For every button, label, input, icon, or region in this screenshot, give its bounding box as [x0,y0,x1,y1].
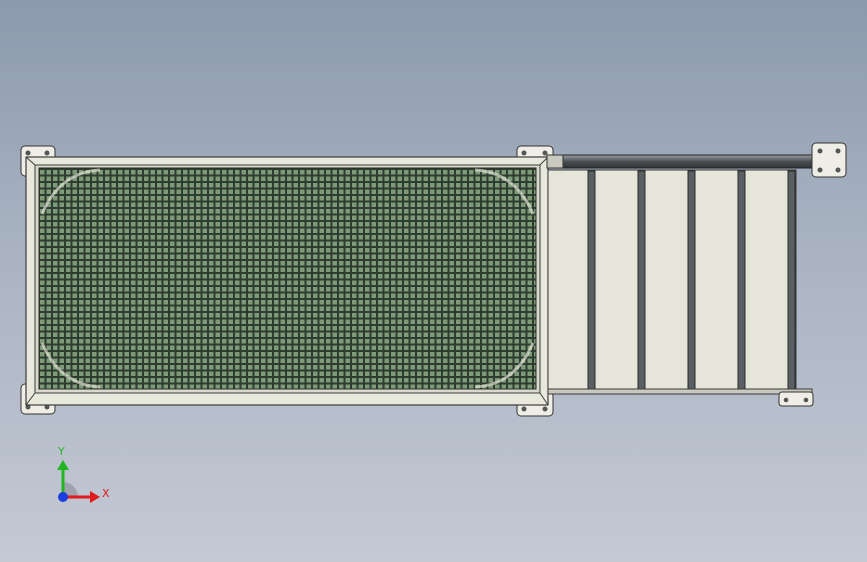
conveyor-panel [547,169,797,392]
y-axis-label: Y [57,445,65,458]
top-roller [546,154,837,169]
wire-mesh-panel [38,167,537,390]
conveyor-slat [787,170,796,392]
conveyor-bottom-rail [547,388,813,395]
z-axis-dot [58,492,68,502]
conveyor-slat [637,170,646,392]
conveyor-slat [587,170,596,392]
mounting-bracket-conveyor-bottom [778,391,814,407]
guard-assembly[interactable] [20,145,554,417]
conveyor-slat [687,170,696,392]
coordinate-triad: Y X [57,445,110,503]
conveyor-slat [737,170,746,392]
conveyor-assembly[interactable] [546,142,847,407]
x-axis-label: X [102,487,110,500]
mounting-bracket-roller-end [811,142,847,178]
cad-viewport[interactable]: Y X [0,0,867,562]
